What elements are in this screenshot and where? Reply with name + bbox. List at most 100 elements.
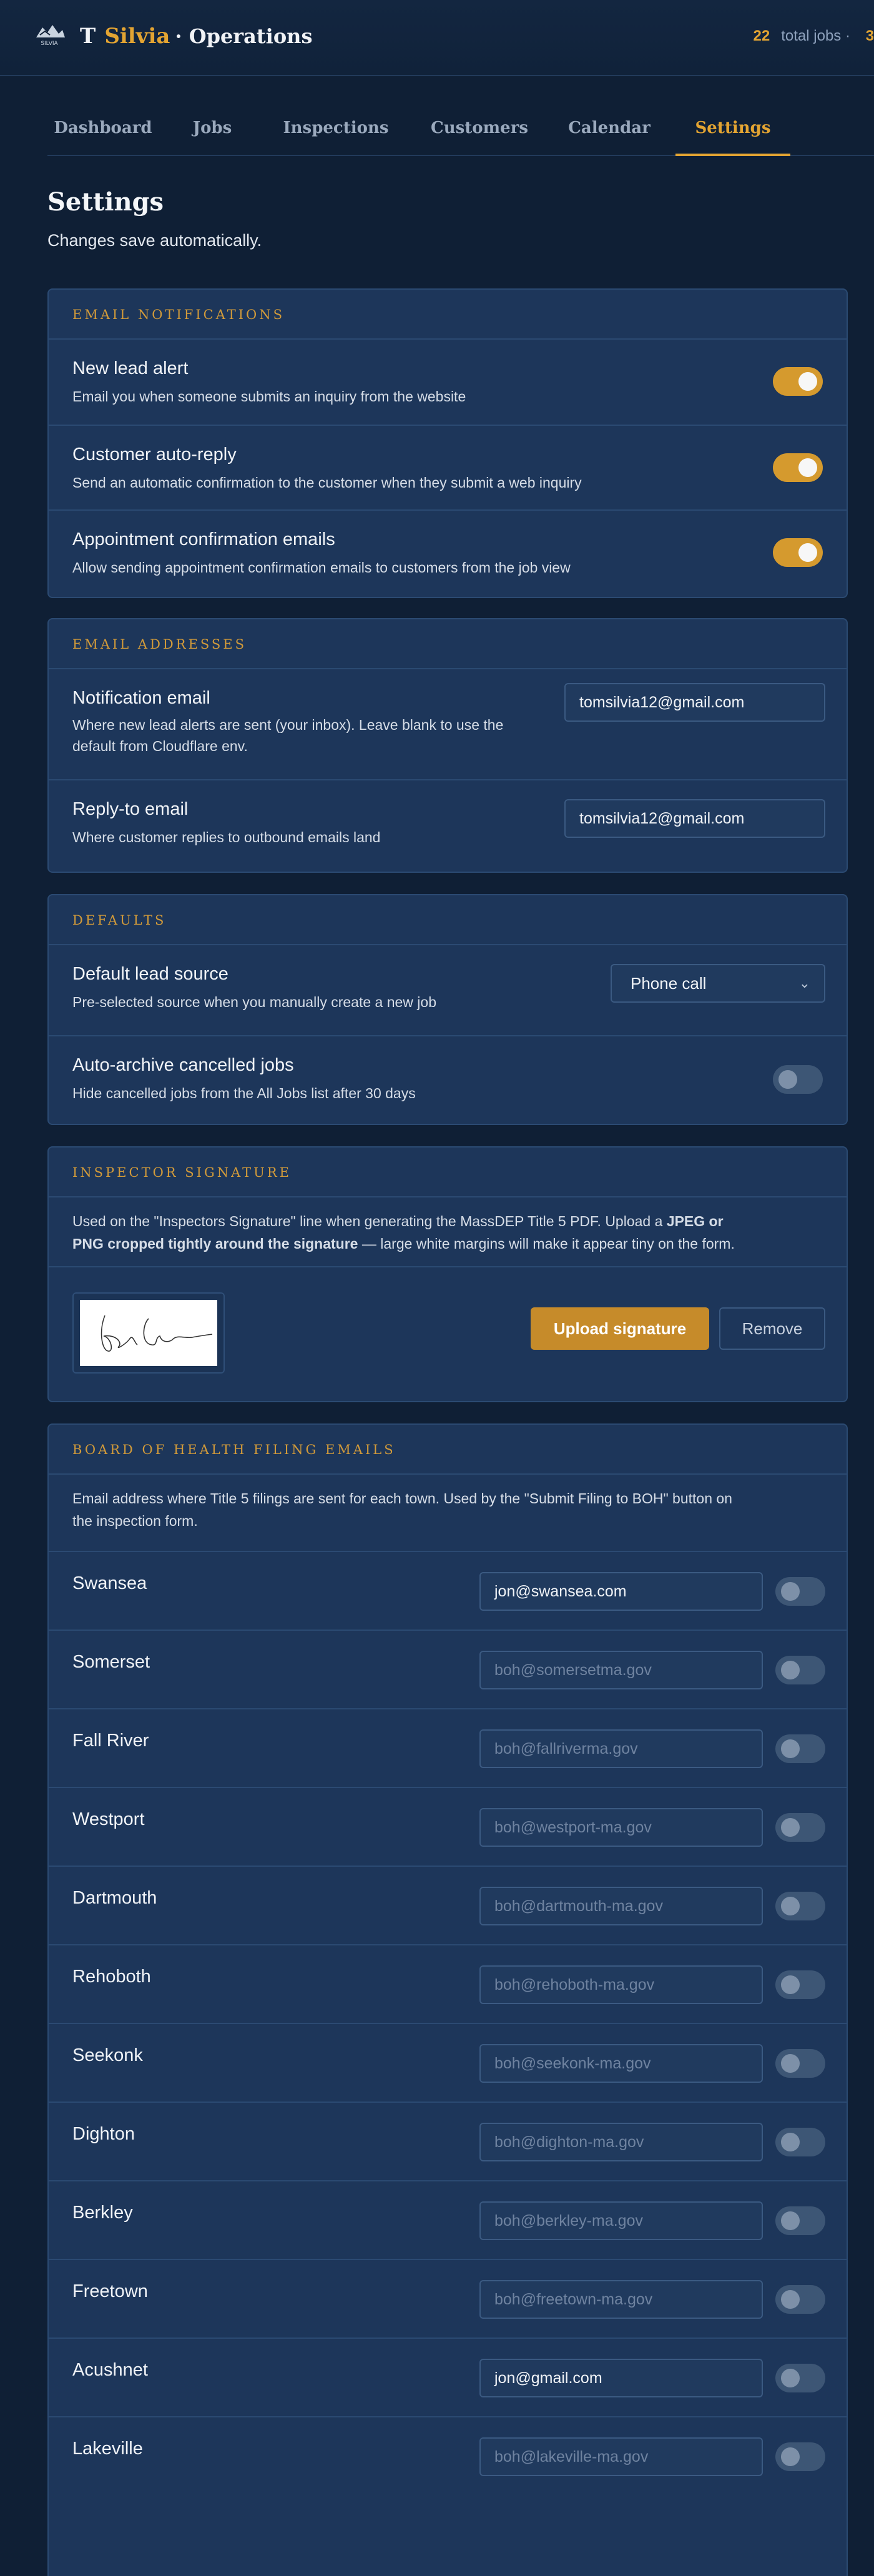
boh-email-input[interactable]: boh@berkley-ma.gov (479, 2201, 763, 2240)
town-name: Dartmouth (72, 1888, 157, 1908)
auto-archive-toggle[interactable] (773, 1065, 823, 1094)
boh-town-toggle[interactable] (775, 2049, 825, 2078)
boh-email-input[interactable]: boh@rehoboth-ma.gov (479, 1965, 763, 2004)
boh-town-row: Westport boh@westport-ma.gov (49, 1787, 847, 1866)
boh-town-row: Rehoboth boh@rehoboth-ma.gov (49, 1944, 847, 2023)
tab-settings[interactable]: Settings (675, 106, 790, 156)
description-text: — large white margins will make it appea… (358, 1236, 735, 1252)
boh-email-input[interactable]: jon@swansea.com (479, 1572, 763, 1611)
section-heading: DEFAULTS (49, 895, 847, 945)
main-tabs: Dashboard Jobs Inspections Customers Cal… (47, 106, 874, 156)
description-line: the inspection form. (72, 1513, 198, 1529)
brand-suffix: · Operations (175, 24, 313, 48)
brand-name: Silvia (104, 24, 170, 49)
setting-description: Email you when someone submits an inquir… (72, 388, 466, 405)
setting-title: Default lead source (72, 964, 228, 984)
extra-count: 3 (865, 27, 874, 44)
boh-town-toggle[interactable] (775, 2128, 825, 2156)
lead-source-value: Phone call (631, 974, 707, 993)
total-jobs-label: total jobs · (781, 27, 850, 44)
reply-to-email-input[interactable]: tomsilvia12@gmail.com (564, 799, 825, 838)
boh-email-input[interactable]: boh@somersetma.gov (479, 1651, 763, 1689)
boh-email-input[interactable]: boh@lakeville-ma.gov (479, 2437, 763, 2476)
setting-row-reply-to-email: Reply-to email Where customer replies to… (49, 779, 847, 873)
boh-email-input[interactable]: boh@freetown-ma.gov (479, 2280, 763, 2319)
setting-title: Appointment confirmation emails (72, 529, 335, 549)
boh-email-input[interactable]: jon@gmail.com (479, 2359, 763, 2397)
setting-title: Notification email (72, 688, 210, 708)
boh-town-toggle[interactable] (775, 2442, 825, 2471)
setting-title: New lead alert (72, 358, 189, 378)
remove-signature-button[interactable]: Remove (719, 1307, 825, 1350)
page-subtitle: Changes save automatically. (47, 231, 262, 250)
town-name: Acushnet (72, 2360, 148, 2380)
setting-title: Reply-to email (72, 799, 189, 819)
boh-town-row: Dighton boh@dighton-ma.gov (49, 2102, 847, 2180)
notification-email-input[interactable]: tomsilvia12@gmail.com (564, 683, 825, 722)
boh-town-toggle[interactable] (775, 1970, 825, 1999)
setting-title: Customer auto-reply (72, 445, 237, 465)
brand-title: T Silvia · Operations (80, 24, 312, 49)
tab-dashboard[interactable]: Dashboard (47, 106, 159, 156)
setting-row-appointment-confirmation: Appointment confirmation emails Allow se… (49, 509, 847, 598)
customer-auto-reply-toggle[interactable] (773, 453, 823, 482)
boh-email-input[interactable]: boh@dighton-ma.gov (479, 2123, 763, 2161)
boh-email-input[interactable]: boh@dartmouth-ma.gov (479, 1887, 763, 1925)
boh-town-toggle[interactable] (775, 2285, 825, 2314)
boh-town-toggle[interactable] (775, 2206, 825, 2235)
boh-town-toggle[interactable] (775, 1656, 825, 1684)
setting-description: Allow sending appointment confirmation e… (72, 559, 571, 576)
setting-description: Where new lead alerts are sent (your inb… (72, 714, 503, 757)
top-bar: SILVIA T Silvia · Operations 22 total jobs … (0, 0, 874, 76)
appointment-confirmation-toggle[interactable] (773, 538, 823, 567)
description-emphasis: PNG cropped tightly around the signature (72, 1236, 358, 1252)
boh-description: Email address where Title 5 filings are … (72, 1487, 828, 1532)
town-name: Freetown (72, 2281, 148, 2301)
tab-calendar[interactable]: Calendar (566, 106, 653, 156)
boh-town-row: Somerset boh@somersetma.gov (49, 1630, 847, 1708)
description-text: Used on the "Inspectors Signature" line … (72, 1213, 667, 1229)
boh-email-input[interactable]: boh@seekonk-ma.gov (479, 2044, 763, 2083)
chevron-down-icon: ⌄ (798, 975, 810, 991)
town-name: Seekonk (72, 2045, 143, 2065)
boh-town-toggle[interactable] (775, 1892, 825, 1920)
boh-email-input[interactable]: boh@westport-ma.gov (479, 1808, 763, 1847)
setting-description: Pre-selected source when you manually cr… (72, 994, 436, 1010)
defaults-card: DEFAULTS Default lead source Pre-selecte… (47, 894, 848, 1125)
tab-jobs[interactable]: Jobs (181, 106, 243, 156)
description-emphasis: JPEG or (666, 1213, 724, 1229)
boh-town-row: Fall River boh@fallriverma.gov (49, 1708, 847, 1787)
setting-row-notification-email: Notification email Where new lead alerts… (49, 669, 847, 779)
section-heading: EMAIL NOTIFICATIONS (49, 290, 847, 340)
tab-inspections[interactable]: Inspections (280, 106, 392, 156)
logo-text: SILVIA (41, 41, 58, 46)
boh-town-toggle[interactable] (775, 1734, 825, 1763)
boh-town-row: Freetown boh@freetown-ma.gov (49, 2259, 847, 2338)
boh-email-input[interactable]: boh@fallriverma.gov (479, 1729, 763, 1768)
description-line: PNG cropped tightly around the signature… (72, 1232, 828, 1255)
boh-town-toggle[interactable] (775, 2364, 825, 2392)
town-name: Fall River (72, 1731, 149, 1751)
description-line: default from Cloudflare env. (72, 738, 248, 754)
boh-town-row: Seekonk boh@seekonk-ma.gov (49, 2023, 847, 2102)
setting-title: Auto-archive cancelled jobs (72, 1055, 294, 1075)
lead-source-select[interactable]: Phone call ⌄ (611, 964, 825, 1003)
page-title: Settings (47, 187, 164, 217)
signature-preview (72, 1292, 225, 1374)
boh-town-toggle[interactable] (775, 1577, 825, 1606)
boh-town-row: Dartmouth boh@dartmouth-ma.gov (49, 1866, 847, 1944)
upload-signature-button[interactable]: Upload signature (531, 1307, 709, 1350)
boh-town-row: Lakeville boh@lakeville-ma.gov (49, 2416, 847, 2495)
company-logo[interactable]: SILVIA (31, 21, 67, 46)
header-stats: 22 total jobs · 3 (754, 27, 874, 45)
town-name: Westport (72, 1809, 145, 1829)
town-name: Rehoboth (72, 1967, 151, 1987)
setting-row-new-lead-alert: New lead alert Email you when someone su… (49, 340, 847, 425)
description-line: Where new lead alerts are sent (your inb… (72, 717, 504, 733)
signature-image (80, 1300, 217, 1366)
signature-description: Used on the "Inspectors Signature" line … (72, 1210, 828, 1255)
new-lead-alert-toggle[interactable] (773, 367, 823, 396)
boh-town-toggle[interactable] (775, 1813, 825, 1842)
tab-customers[interactable]: Customers (430, 106, 529, 156)
boh-town-row: Berkley boh@berkley-ma.gov (49, 2180, 847, 2259)
